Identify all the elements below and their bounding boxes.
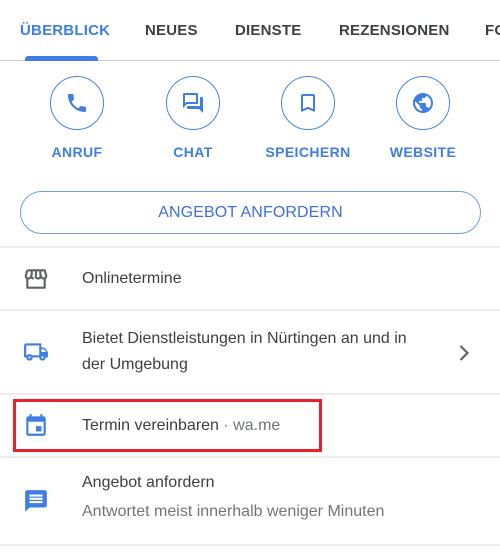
service-area-line1: Bietet Dienstleistungen in Nürtingen an … [82,330,407,347]
truck-icon [23,339,49,365]
chat-label: CHAT [173,144,213,160]
tab-photos[interactable]: FO [485,22,500,39]
request-quote-button[interactable]: ANGEBOT ANFORDERN [20,191,481,234]
list-item-book-appointment[interactable]: Termin vereinbaren · wa.me [0,395,500,456]
globe-icon [413,93,433,113]
tab-overview[interactable]: ÜBERBLICK [20,22,110,39]
chat-icon [183,93,203,113]
calendar-icon [23,412,49,438]
separator-dot: · [218,417,234,434]
call-label: ANRUF [51,144,103,160]
website-label: WEBSITE [389,144,457,160]
book-appointment-label: Termin vereinbaren [82,417,219,434]
chevron-right-icon [459,345,470,361]
call-button-circle [50,76,104,130]
storefront-icon [23,266,49,292]
request-quote-subtitle: Antwortet meist innerhalb weniger Minute… [82,503,385,520]
save-button[interactable]: SPEICHERN [258,76,358,160]
list-item-online-appointments[interactable]: Onlinetermine [0,248,500,310]
save-button-circle [281,76,335,130]
list-item-request-quote[interactable]: Angebot anfordern Antwortet meist innerh… [0,458,500,544]
tab-reviews[interactable]: REZENSIONEN [339,22,450,39]
divider [0,544,500,546]
active-tab-indicator [25,56,98,61]
save-label: SPEICHERN [265,144,351,160]
bookmark-icon [301,94,315,112]
book-appointment-text: Termin vereinbaren · wa.me [82,414,280,438]
chat-button[interactable]: CHAT [143,76,243,160]
message-icon [23,488,49,514]
list-item-service-area[interactable]: Bietet Dienstleistungen in Nürtingen an … [0,311,500,394]
website-button[interactable]: WEBSITE [373,76,473,160]
tab-services[interactable]: DIENSTE [235,22,301,39]
request-quote-title: Angebot anfordern [82,474,215,491]
service-area-line2: der Umgebung [82,356,188,373]
chat-button-circle [166,76,220,130]
call-button[interactable]: ANRUF [27,76,127,160]
phone-icon [68,94,86,112]
website-button-circle [396,76,450,130]
booking-domain: wa.me [233,417,281,434]
online-appointments-label: Onlinetermine [82,270,182,287]
tab-news[interactable]: NEUES [145,22,198,39]
tab-bar: ÜBERBLICK NEUES DIENSTE REZENSIONEN FO [0,0,500,61]
